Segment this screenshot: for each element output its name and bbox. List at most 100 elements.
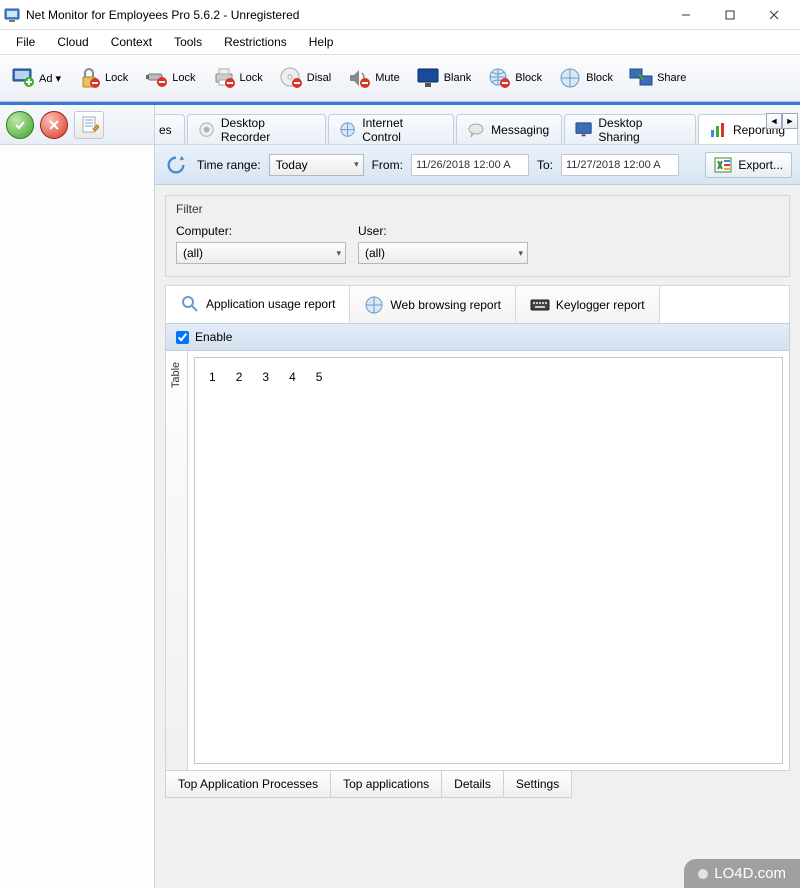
enable-bar: Enable bbox=[165, 323, 790, 351]
menu-tools[interactable]: Tools bbox=[164, 32, 212, 52]
time-range-select[interactable]: Today▾ bbox=[269, 154, 364, 176]
block-button-2[interactable]: Block bbox=[551, 58, 620, 98]
excel-icon bbox=[714, 156, 732, 174]
main-toolbar: Ad ▾ Lock Lock Lock Disal Mute Blank Blo… bbox=[0, 54, 800, 102]
tab-desktop-recorder[interactable]: Desktop Recorder bbox=[187, 114, 326, 144]
lock-icon bbox=[77, 66, 101, 90]
lock-label-1: Lock bbox=[105, 72, 128, 84]
mute-button[interactable]: Mute bbox=[340, 58, 406, 98]
computer-value: (all) bbox=[183, 246, 203, 260]
table-side-label: Table bbox=[171, 362, 183, 388]
menu-restrictions[interactable]: Restrictions bbox=[214, 32, 297, 52]
tab-label: Messaging bbox=[491, 123, 549, 137]
col-2[interactable]: 2 bbox=[236, 370, 243, 384]
minimize-button[interactable] bbox=[664, 1, 708, 29]
globe-block-icon bbox=[487, 66, 511, 90]
cd-disable-icon bbox=[279, 66, 303, 90]
blank-button[interactable]: Blank bbox=[409, 58, 479, 98]
share-button[interactable]: Share bbox=[622, 58, 693, 98]
time-range-value: Today bbox=[276, 158, 308, 172]
recorder-icon bbox=[198, 121, 215, 139]
user-select[interactable]: (all)▾ bbox=[358, 242, 528, 264]
col-3[interactable]: 3 bbox=[262, 370, 269, 384]
left-actions bbox=[0, 105, 154, 145]
btab-top-processes[interactable]: Top Application Processes bbox=[165, 771, 331, 798]
subtab-web-browsing[interactable]: Web browsing report bbox=[349, 285, 516, 323]
app-icon bbox=[4, 7, 20, 23]
computer-label: Computer: bbox=[176, 224, 346, 238]
to-value: 11/27/2018 12:00 A bbox=[566, 159, 661, 171]
menu-file[interactable]: File bbox=[6, 32, 45, 52]
titlebar: Net Monitor for Employees Pro 5.6.2 - Un… bbox=[0, 0, 800, 30]
lock-label-3: Lock bbox=[240, 72, 263, 84]
time-range-bar: Time range: Today▾ From: 11/26/2018 12:0… bbox=[155, 145, 800, 185]
blank-label: Blank bbox=[444, 72, 472, 84]
printer-lock-icon bbox=[212, 66, 236, 90]
tab-scroll-left[interactable]: ◄ bbox=[766, 113, 782, 129]
watermark-bullet-icon bbox=[698, 869, 708, 879]
lock-button-3[interactable]: Lock bbox=[205, 58, 270, 98]
lock-button-2[interactable]: Lock bbox=[137, 58, 202, 98]
report-sub-tabs: Application usage report Web browsing re… bbox=[165, 285, 790, 323]
chevron-down-icon: ▾ bbox=[518, 248, 523, 259]
btab-details[interactable]: Details bbox=[441, 771, 504, 798]
accept-button[interactable] bbox=[6, 111, 34, 139]
btab-settings[interactable]: Settings bbox=[503, 771, 572, 798]
col-4[interactable]: 4 bbox=[289, 370, 296, 384]
table-side-tab[interactable]: Table bbox=[166, 351, 188, 770]
enable-checkbox[interactable] bbox=[176, 331, 189, 344]
mute-label: Mute bbox=[375, 72, 399, 84]
col-1[interactable]: 1 bbox=[209, 370, 216, 384]
subtab-app-usage[interactable]: Application usage report bbox=[165, 285, 350, 323]
table-area: Table 1 2 3 4 5 bbox=[165, 351, 790, 771]
computer-select[interactable]: (all) ▾ bbox=[176, 242, 346, 264]
export-button[interactable]: Export... bbox=[705, 152, 792, 178]
menu-cloud[interactable]: Cloud bbox=[47, 32, 98, 52]
menu-context[interactable]: Context bbox=[101, 32, 162, 52]
tab-desktop-sharing[interactable]: Desktop Sharing bbox=[564, 114, 696, 144]
tab-label: Desktop Recorder bbox=[221, 116, 313, 144]
right-pane: es Desktop Recorder Internet Control Mes… bbox=[155, 105, 800, 888]
globe-icon bbox=[339, 121, 356, 139]
bottom-tabs: Top Application Processes Top applicatio… bbox=[165, 771, 790, 798]
export-label: Export... bbox=[738, 158, 783, 172]
add-label: Ad bbox=[39, 73, 52, 85]
keyboard-icon bbox=[530, 295, 550, 315]
chevron-down-icon: ▾ bbox=[336, 248, 341, 259]
tab-internet-control[interactable]: Internet Control bbox=[328, 114, 454, 144]
tab-partial[interactable]: es bbox=[155, 114, 185, 144]
lock-button-1[interactable]: Lock bbox=[70, 58, 135, 98]
block-button-1[interactable]: Block bbox=[480, 58, 549, 98]
menu-bar: File Cloud Context Tools Restrictions He… bbox=[0, 30, 800, 54]
tab-label: Desktop Sharing bbox=[598, 116, 683, 144]
to-date-input[interactable]: 11/27/2018 12:00 A bbox=[561, 154, 679, 176]
window-title: Net Monitor for Employees Pro 5.6.2 - Un… bbox=[26, 8, 664, 22]
add-button[interactable]: Ad ▾ bbox=[4, 58, 68, 98]
refresh-button[interactable] bbox=[163, 152, 189, 178]
block-label-2: Block bbox=[586, 72, 613, 84]
reject-button[interactable] bbox=[40, 111, 68, 139]
time-range-label: Time range: bbox=[197, 158, 261, 172]
disable-button[interactable]: Disal bbox=[272, 58, 338, 98]
mute-icon bbox=[347, 66, 371, 90]
globe-icon bbox=[364, 295, 384, 315]
disable-label: Disal bbox=[307, 72, 331, 84]
table-header: 1 2 3 4 5 bbox=[203, 366, 774, 388]
search-icon bbox=[180, 294, 200, 314]
close-button[interactable] bbox=[752, 1, 796, 29]
subtab-keylogger[interactable]: Keylogger report bbox=[515, 285, 660, 323]
user-label: User: bbox=[358, 224, 528, 238]
block-label-1: Block bbox=[515, 72, 542, 84]
watermark-text: LO4D.com bbox=[714, 865, 786, 882]
tab-scroll-right[interactable]: ► bbox=[782, 113, 798, 129]
share-label: Share bbox=[657, 72, 686, 84]
edit-button[interactable] bbox=[74, 111, 104, 139]
menu-help[interactable]: Help bbox=[299, 32, 344, 52]
from-date-input[interactable]: 11/26/2018 12:00 A bbox=[411, 154, 529, 176]
tab-partial-label: es bbox=[159, 123, 172, 137]
col-5[interactable]: 5 bbox=[316, 370, 323, 384]
btab-top-apps[interactable]: Top applications bbox=[330, 771, 442, 798]
tab-messaging[interactable]: Messaging bbox=[456, 114, 562, 144]
tab-label: Internet Control bbox=[362, 116, 441, 144]
maximize-button[interactable] bbox=[708, 1, 752, 29]
